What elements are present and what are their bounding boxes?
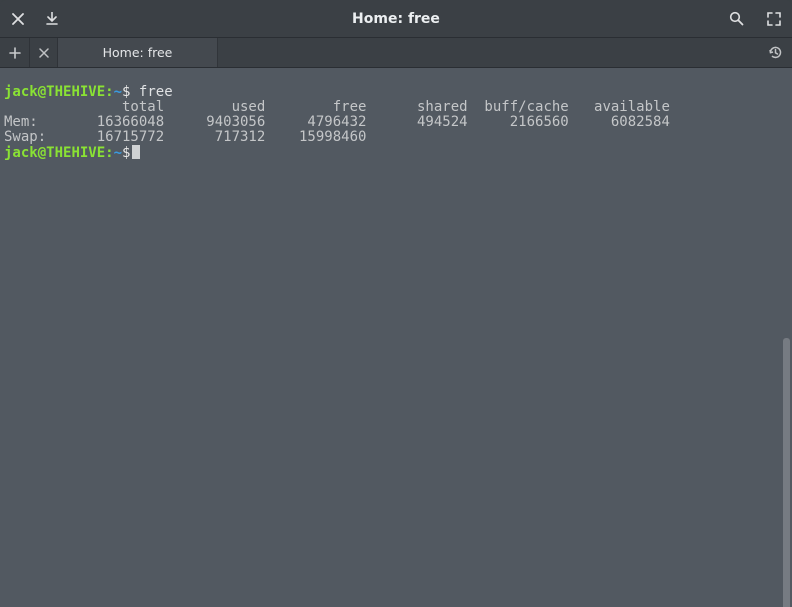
- scrollbar-thumb[interactable]: [783, 338, 790, 607]
- scrollbar[interactable]: [783, 338, 790, 607]
- command-text: free: [139, 84, 173, 100]
- titlebar-left-controls: [10, 11, 60, 27]
- prompt-path: ~: [114, 84, 122, 100]
- terminal-viewport[interactable]: jack@THEHIVE:~$ free total used free sha…: [0, 68, 792, 607]
- free-header-row: total used free shared buff/cache availa…: [4, 99, 670, 115]
- free-swap-row: Swap: 16715772 717312 15998460: [4, 129, 366, 145]
- titlebar: Home: free: [0, 0, 792, 38]
- cursor: [132, 145, 140, 159]
- new-tab-button[interactable]: [0, 38, 30, 67]
- free-mem-row: Mem: 16366048 9403056 4796432 494524 216…: [4, 114, 670, 130]
- fullscreen-icon[interactable]: [766, 11, 782, 27]
- window-title: Home: free: [0, 11, 792, 27]
- titlebar-right-controls: [728, 11, 782, 27]
- search-icon[interactable]: [728, 11, 744, 27]
- close-icon[interactable]: [10, 11, 26, 27]
- terminal-window: Home: free Home: free jack@THEHIVE:~$ fr…: [0, 0, 792, 607]
- tabbar-spacer: [218, 38, 758, 67]
- tab-active[interactable]: Home: free: [58, 38, 218, 67]
- tab-label: Home: free: [103, 45, 173, 60]
- tabbar: Home: free: [0, 38, 792, 68]
- prompt-user: jack: [4, 84, 38, 100]
- prompt-line-1: jack@THEHIVE:~$ free: [4, 84, 173, 100]
- prompt-host: THEHIVE: [46, 84, 105, 100]
- prompt-line-2: jack@THEHIVE:~$: [4, 145, 140, 161]
- download-icon[interactable]: [44, 11, 60, 27]
- close-tab-button[interactable]: [30, 38, 58, 67]
- history-icon[interactable]: [758, 38, 792, 67]
